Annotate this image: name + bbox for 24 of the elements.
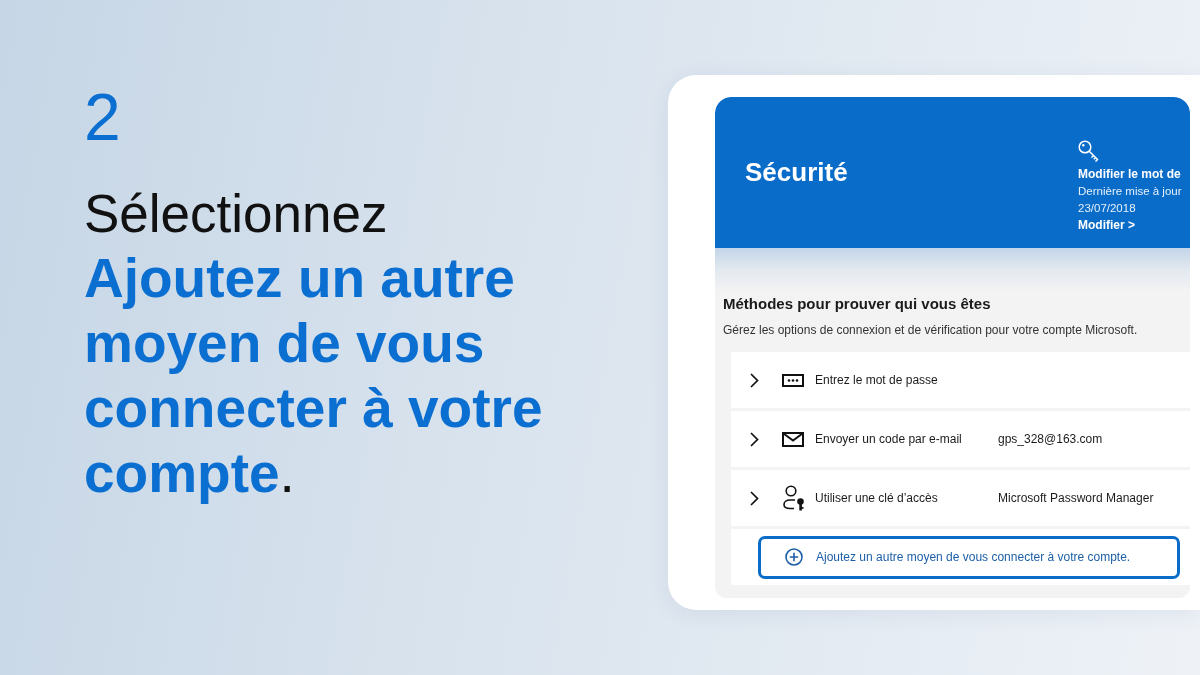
instruction-text: Ajoutez un autre moyen de vous connecter à votre compte.: [84, 246, 544, 506]
password-card-title: Modifier le mot de: [1078, 166, 1181, 183]
method-row[interactable]: Utiliser une clé d’accès Microsoft Password Manager: [731, 470, 1190, 526]
method-label: Utiliser une clé d’accès: [815, 491, 938, 505]
modify-link[interactable]: Modifier >: [1078, 217, 1135, 234]
section-description: Gérez les options de connexion et de vérification pour votre compte Microsoft.: [723, 322, 1138, 338]
page-title: Sécurité: [745, 157, 848, 188]
key-icon: [1078, 140, 1100, 163]
step-number: 2: [84, 84, 121, 150]
action-text: Sélectionnez: [84, 183, 388, 245]
person-key-icon: [782, 485, 806, 511]
add-method-button[interactable]: Ajoutez un autre moyen de vous connecter à votre compte.: [758, 535, 1180, 579]
envelope-icon: [782, 431, 804, 447]
method-label: Envoyer un code par e-mail: [815, 432, 962, 446]
method-row[interactable]: Envoyer un code par e-mail gps_328@163.com: [731, 411, 1190, 467]
method-value: gps_328@163.com: [998, 432, 1103, 446]
password-dots-icon: [782, 373, 804, 387]
plus-circle-icon: [785, 548, 803, 566]
method-value: Microsoft Password Manager: [998, 491, 1154, 505]
section-title: Méthodes pour prouver qui vous êtes: [723, 294, 991, 314]
update-label: Dernière mise à jour: [1078, 184, 1182, 199]
method-label: Entrez le mot de passe: [815, 373, 938, 387]
method-row[interactable]: Entrez le mot de passe: [731, 352, 1190, 408]
update-date: 23/07/2018: [1078, 201, 1136, 216]
